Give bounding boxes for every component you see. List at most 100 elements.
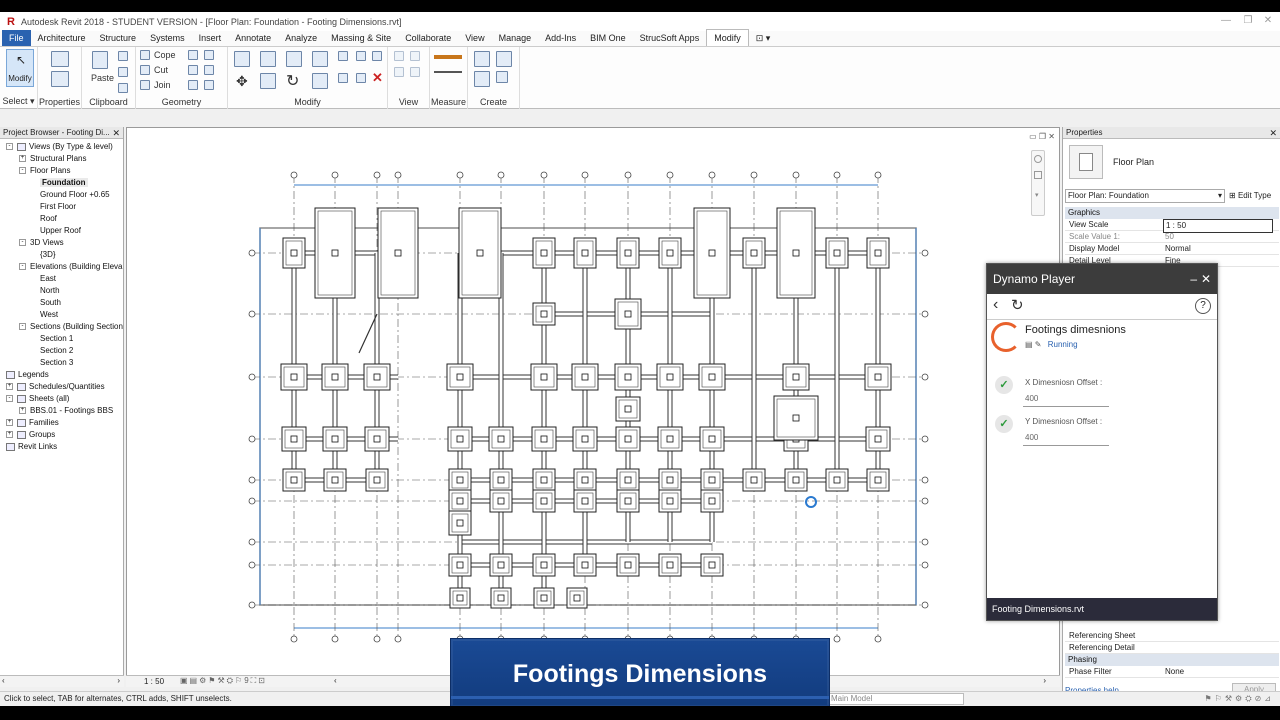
expand-icon[interactable]: + bbox=[6, 419, 13, 427]
browser-node[interactable]: West bbox=[40, 309, 58, 321]
scale-icon[interactable] bbox=[372, 51, 382, 61]
browser-node[interactable]: {3D} bbox=[40, 249, 56, 261]
edit-type-button[interactable]: ⊞ Edit Type bbox=[1229, 189, 1271, 203]
close-properties-icon[interactable]: ✕ bbox=[1269, 127, 1277, 139]
phasing-group[interactable]: Phasing bbox=[1065, 654, 1279, 666]
cut-label[interactable]: Cut bbox=[154, 65, 168, 75]
collapse-icon[interactable]: - bbox=[19, 263, 26, 271]
phase-filter-row[interactable]: Phase Filter None bbox=[1065, 666, 1279, 678]
create-group-icon[interactable] bbox=[474, 71, 490, 87]
minimize-icon[interactable]: — bbox=[1216, 14, 1236, 28]
browser-node[interactable]: East bbox=[40, 273, 56, 285]
edit-script-icon[interactable]: ✎ bbox=[1035, 340, 1042, 349]
linework-icon[interactable] bbox=[394, 67, 404, 77]
browser-node[interactable]: - Views (By Type & level) bbox=[6, 141, 113, 153]
align-icon[interactable] bbox=[234, 51, 250, 67]
browser-node[interactable]: Foundation bbox=[40, 177, 88, 189]
browser-node[interactable]: + Schedules/Quantities bbox=[6, 381, 105, 393]
display-model-row[interactable]: Display Model Normal bbox=[1065, 243, 1279, 255]
tab-analyze[interactable]: Analyze bbox=[278, 30, 324, 46]
collapse-icon[interactable]: - bbox=[6, 395, 13, 403]
tab-view[interactable]: View bbox=[458, 30, 491, 46]
browser-node[interactable]: + Structural Plans bbox=[19, 153, 86, 165]
expand-icon[interactable]: + bbox=[6, 383, 13, 391]
match-properties-icon[interactable] bbox=[118, 83, 128, 93]
collapse-icon[interactable]: - bbox=[6, 143, 13, 151]
script-file-icon[interactable]: ▤ bbox=[1025, 340, 1033, 349]
scroll-left-icon[interactable]: ‹ bbox=[334, 676, 337, 685]
tab-bim-one[interactable]: BIM One bbox=[583, 30, 633, 46]
expand-icon[interactable]: + bbox=[19, 155, 26, 163]
expand-icon[interactable]: + bbox=[19, 407, 26, 415]
graphics-group[interactable]: Graphics bbox=[1065, 207, 1279, 219]
split-icon[interactable] bbox=[338, 51, 348, 61]
dimension-icon[interactable] bbox=[434, 71, 462, 73]
browser-node[interactable]: North bbox=[40, 285, 60, 297]
selection-filter-icons[interactable]: ⚑⚐⚒⚙⛭⊘⊿ bbox=[1205, 692, 1275, 706]
script-name[interactable]: Footings dimesnions bbox=[1025, 324, 1126, 336]
browser-scroll-right-icon[interactable]: › bbox=[117, 676, 120, 685]
browser-node[interactable]: Ground Floor +0.65 bbox=[40, 189, 110, 201]
browser-node[interactable]: - Sheets (all) bbox=[6, 393, 69, 405]
active-model-selector[interactable]: Main Model bbox=[828, 693, 964, 705]
revit-logo-icon[interactable]: R bbox=[3, 14, 19, 30]
browser-node[interactable]: South bbox=[40, 297, 61, 309]
type-properties-icon[interactable] bbox=[51, 71, 69, 87]
browser-node[interactable]: Revit Links bbox=[6, 441, 57, 453]
join-label[interactable]: Join bbox=[154, 80, 171, 90]
tab-insert[interactable]: Insert bbox=[192, 30, 229, 46]
tab-modify[interactable]: Modify bbox=[706, 29, 749, 46]
tab-massing-site[interactable]: Massing & Site bbox=[324, 30, 398, 46]
trim-icon[interactable] bbox=[312, 51, 328, 67]
tab-file[interactable]: File bbox=[2, 30, 31, 46]
delete-icon[interactable]: ✕ bbox=[372, 70, 383, 86]
view-restore-icon[interactable]: ❐ bbox=[1039, 132, 1046, 141]
cope-label[interactable]: Cope bbox=[154, 50, 176, 60]
zoom-icon[interactable] bbox=[1034, 171, 1042, 179]
close-browser-icon[interactable]: ✕ bbox=[112, 127, 120, 138]
collapse-icon[interactable]: - bbox=[19, 167, 26, 175]
tab-strucsoft-apps[interactable]: StrucSoft Apps bbox=[633, 30, 707, 46]
help-icon[interactable]: ? bbox=[1195, 298, 1211, 314]
join-icon[interactable] bbox=[140, 80, 150, 90]
ribbon-options-icon[interactable]: ⊡ ▾ bbox=[749, 30, 778, 46]
measure-icon[interactable] bbox=[434, 55, 462, 59]
x-offset-input[interactable]: 400 bbox=[1023, 391, 1109, 407]
browser-node[interactable]: Roof bbox=[40, 213, 57, 225]
browser-node[interactable]: Section 3 bbox=[40, 357, 73, 369]
browser-node[interactable]: + Families bbox=[6, 417, 59, 429]
cut-clip-icon[interactable] bbox=[118, 51, 128, 61]
tab-collaborate[interactable]: Collaborate bbox=[398, 30, 458, 46]
browser-node[interactable]: Upper Roof bbox=[40, 225, 81, 237]
close-icon[interactable]: ✕ bbox=[1258, 14, 1278, 28]
properties-icon[interactable] bbox=[51, 51, 69, 67]
steering-wheel-icon[interactable] bbox=[1034, 155, 1042, 163]
wall-joins-icon[interactable] bbox=[188, 65, 198, 75]
zoom-dropdown-icon[interactable]: ▾ bbox=[1035, 191, 1039, 199]
view-scale[interactable]: 1 : 50 bbox=[144, 677, 164, 686]
collapse-icon[interactable]: - bbox=[19, 323, 26, 331]
copy-clip-icon[interactable] bbox=[118, 67, 128, 77]
browser-scroll-left-icon[interactable]: ‹ bbox=[2, 676, 5, 685]
drawing-area[interactable]: ▭ ❐ ✕ ▾ bbox=[126, 127, 1060, 682]
tab-architecture[interactable]: Architecture bbox=[31, 30, 93, 46]
split-face-icon[interactable] bbox=[188, 50, 198, 60]
tab-structure[interactable]: Structure bbox=[93, 30, 144, 46]
filter-icon[interactable] bbox=[410, 67, 420, 77]
browser-node[interactable]: - Floor Plans bbox=[19, 165, 70, 177]
browser-node[interactable]: - Elevations (Building Eleva bbox=[19, 261, 123, 273]
browser-node[interactable]: -3D Views bbox=[19, 237, 64, 249]
browser-node[interactable]: Section 1 bbox=[40, 333, 73, 345]
scroll-right-icon[interactable]: › bbox=[1043, 676, 1046, 685]
offset-icon[interactable] bbox=[260, 51, 276, 67]
override-icon[interactable] bbox=[410, 51, 420, 61]
refresh-icon[interactable]: ↻ bbox=[1011, 296, 1024, 314]
rotate-icon[interactable]: ↻ bbox=[286, 71, 299, 91]
move-icon[interactable]: ✥ bbox=[236, 73, 248, 90]
demolish-icon[interactable] bbox=[204, 65, 214, 75]
browser-node[interactable]: + Groups bbox=[6, 429, 55, 441]
browser-node[interactable]: - Sections (Building Section bbox=[19, 321, 123, 333]
view-control-icons[interactable]: ▣▤⚙⚑⚒⛭⚐9⛶⊡ bbox=[180, 676, 267, 686]
cope-icon[interactable] bbox=[140, 50, 150, 60]
maximize-icon[interactable]: ❐ bbox=[1238, 14, 1258, 28]
